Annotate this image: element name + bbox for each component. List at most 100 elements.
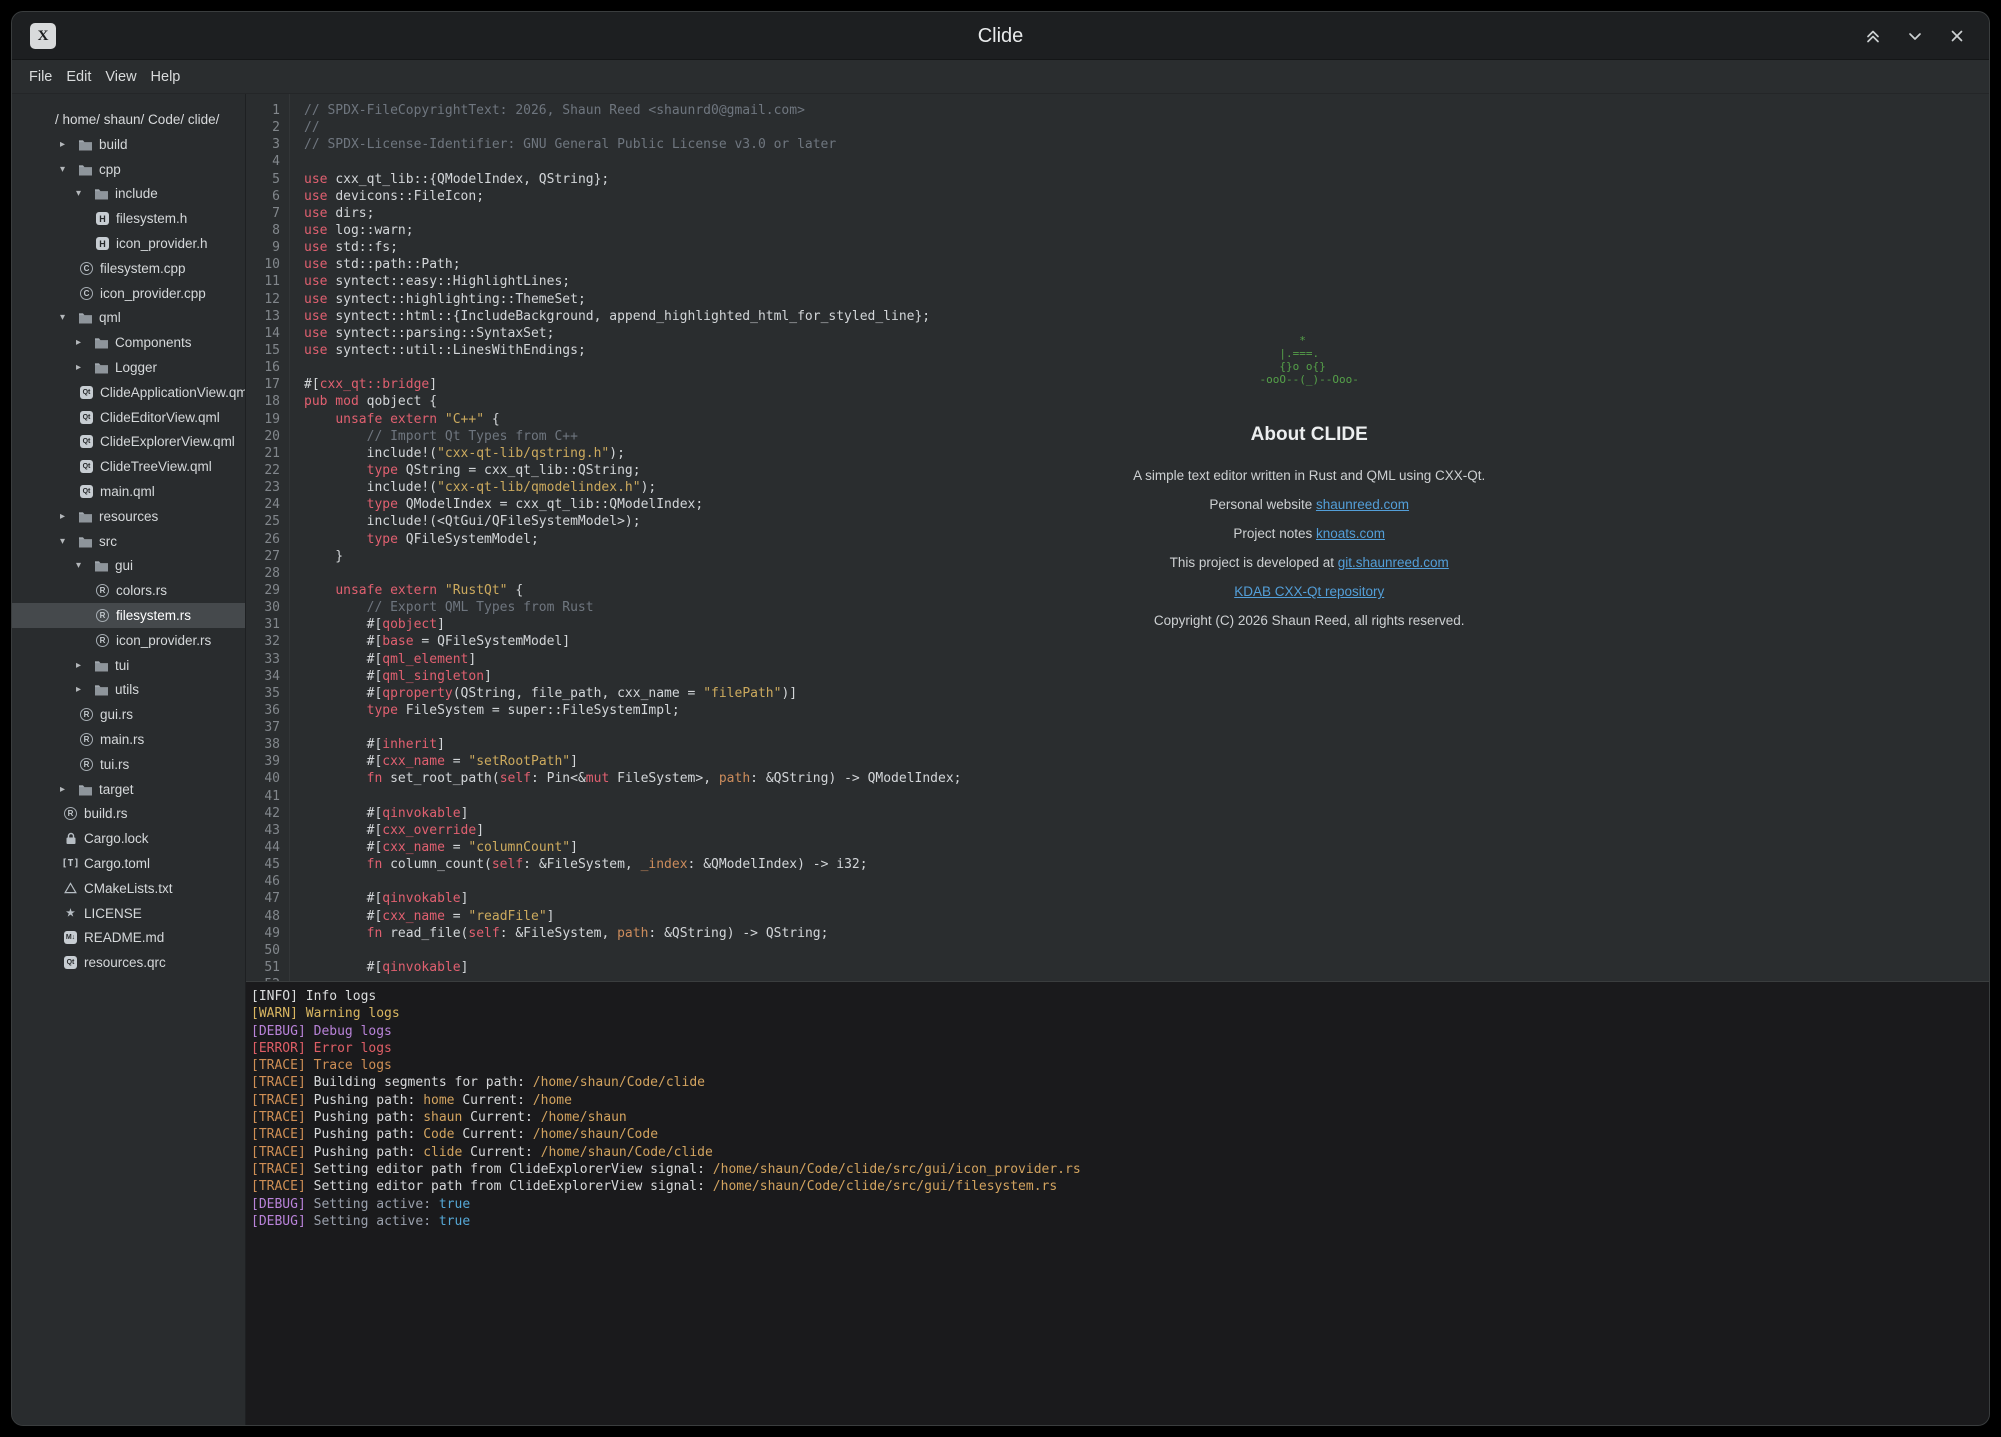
ascii-logo: * |.===. {}o o{} -ooO--(_)--Ooo- xyxy=(1260,334,1359,386)
close-button[interactable] xyxy=(1947,26,1967,46)
tree-item-cpp[interactable]: ▾cpp xyxy=(12,157,245,182)
chevron-right-icon[interactable]: ▸ xyxy=(76,660,93,671)
tree-item-label: tui.rs xyxy=(100,757,129,772)
git-repo-link[interactable]: git.shaunreed.com xyxy=(1338,555,1449,570)
tree-item-license[interactable]: ★LICENSE xyxy=(12,901,245,926)
tree-root[interactable]: / home/ shaun/ Code/ clide/ xyxy=(12,106,245,132)
tree-item-cargo.toml[interactable]: [T]Cargo.toml xyxy=(12,851,245,876)
tree-item-include[interactable]: ▾include xyxy=(12,182,245,207)
editor-pane[interactable]: 1234567891011121314151617181920212223242… xyxy=(246,94,1989,981)
project-notes-link[interactable]: knoats.com xyxy=(1316,526,1385,541)
tree-item-icon-provider.h[interactable]: Hicon_provider.h xyxy=(12,231,245,256)
tree-item-target[interactable]: ▸ target xyxy=(12,777,245,802)
app-window: X Clide FileEditViewHelp xyxy=(11,11,1990,1426)
tree-item-logger[interactable]: ▸Logger xyxy=(12,355,245,380)
tree-item-tui.rs[interactable]: Rtui.rs xyxy=(12,752,245,777)
code-line xyxy=(304,942,1989,959)
tree-item-label: Cargo.lock xyxy=(84,831,149,846)
tree-item-label: tui xyxy=(115,658,129,673)
tree-item-label: main.qml xyxy=(100,484,155,499)
log-console[interactable]: [INFO] Info logs[WARN] Warning logs[DEBU… xyxy=(246,981,1989,1425)
tree-item-clideapplicationview.qml[interactable]: QtClideApplicationView.qml xyxy=(12,380,245,405)
scroll-to-top-button[interactable] xyxy=(1863,26,1883,46)
chevron-right-icon[interactable]: ▸ xyxy=(60,139,77,150)
code-line xyxy=(304,788,1989,805)
tree-item-src[interactable]: ▾ src xyxy=(12,529,245,554)
tree-item-utils[interactable]: ▸utils xyxy=(12,678,245,703)
about-website-prefix: Personal website xyxy=(1209,497,1316,512)
code-line: use dirs; xyxy=(304,205,1989,222)
chevron-right-icon[interactable]: ▸ xyxy=(60,784,77,795)
tree-item-components[interactable]: ▸ Components xyxy=(12,330,245,355)
folder-icon xyxy=(93,683,110,696)
code-line: #[cxx_name = "columnCount"] xyxy=(304,839,1989,856)
scroll-down-button[interactable] xyxy=(1905,26,1925,46)
tree-item-gui[interactable]: ▾ gui xyxy=(12,554,245,579)
tree-item-label: src xyxy=(99,534,117,549)
about-notes-prefix: Project notes xyxy=(1233,526,1316,541)
chevron-down-icon[interactable]: ▾ xyxy=(60,536,77,547)
about-kdab-line: KDAB CXX-Qt repository xyxy=(999,584,1619,599)
code-line xyxy=(304,873,1989,890)
code-line xyxy=(304,153,1989,170)
chevron-down-icon[interactable]: ▾ xyxy=(60,164,77,175)
tree-item-icon-provider.cpp[interactable]: Cicon_provider.cpp xyxy=(12,281,245,306)
titlebar[interactable]: X Clide xyxy=(12,12,1989,60)
tree-item-filesystem.cpp[interactable]: Cfilesystem.cpp xyxy=(12,256,245,281)
tree-item-build.rs[interactable]: Rbuild.rs xyxy=(12,802,245,827)
tree-item-clideeditorview.qml[interactable]: QtClideEditorView.qml xyxy=(12,405,245,430)
tree-item-main.rs[interactable]: Rmain.rs xyxy=(12,727,245,752)
tree-item-label: Components xyxy=(115,335,192,350)
folder-icon xyxy=(77,535,94,548)
code-line: #[qproperty(QString, file_path, cxx_name… xyxy=(304,685,1989,702)
log-line: [TRACE] Trace logs xyxy=(251,1057,1981,1074)
log-lines: [INFO] Info logs[WARN] Warning logs[DEBU… xyxy=(251,988,1981,1230)
folder-icon xyxy=(93,187,110,200)
kdab-cxx-qt-repo-link[interactable]: KDAB CXX-Qt repository xyxy=(1234,584,1384,599)
chevron-right-icon[interactable]: ▸ xyxy=(76,362,93,373)
tree-item-build[interactable]: ▸build xyxy=(12,132,245,157)
chevron-right-icon[interactable]: ▸ xyxy=(76,684,93,695)
code-line xyxy=(304,719,1989,736)
code-line: use std::path::Path; xyxy=(304,256,1989,273)
chevron-right-icon[interactable]: ▸ xyxy=(60,511,77,522)
tree-item-main.qml[interactable]: Qtmain.qml xyxy=(12,479,245,504)
code-line: use syntect::easy::HighlightLines; xyxy=(304,273,1989,290)
tree-item-label: CMakeLists.txt xyxy=(84,881,173,896)
personal-website-link[interactable]: shaunreed.com xyxy=(1316,497,1409,512)
chevron-down-icon[interactable]: ▾ xyxy=(76,188,93,199)
code-line: use syntect::highlighting::ThemeSet; xyxy=(304,291,1989,308)
tree-item-readme.md[interactable]: M↓README.md xyxy=(12,926,245,951)
folder-icon xyxy=(77,783,94,796)
rust-file-icon: R xyxy=(78,758,95,771)
tree-item-icon-provider.rs[interactable]: Ricon_provider.rs xyxy=(12,628,245,653)
menu-view[interactable]: View xyxy=(100,66,141,88)
menu-help[interactable]: Help xyxy=(146,66,186,88)
tree-item-resources[interactable]: ▸resources xyxy=(12,504,245,529)
tree-item-label: gui xyxy=(115,558,133,573)
chevron-right-icon[interactable]: ▸ xyxy=(76,337,93,348)
chevron-down-icon[interactable]: ▾ xyxy=(60,312,77,323)
tree-item-clidetreeview.qml[interactable]: QtClideTreeView.qml xyxy=(12,454,245,479)
tree-item-gui.rs[interactable]: Rgui.rs xyxy=(12,702,245,727)
tree-item-label: resources.qrc xyxy=(84,955,166,970)
tree-item-cmakelists.txt[interactable]: CMakeLists.txt xyxy=(12,876,245,901)
log-line: [TRACE] Pushing path: shaun Current: /ho… xyxy=(251,1109,1981,1126)
line-number-gutter: 1234567891011121314151617181920212223242… xyxy=(246,94,290,981)
tree-item-label: target xyxy=(99,782,134,797)
tree-item-clideexplorerview.qml[interactable]: QtClideExplorerView.qml xyxy=(12,430,245,455)
chevron-down-icon[interactable]: ▾ xyxy=(76,560,93,571)
tree-item-cargo.lock[interactable]: Cargo.lock xyxy=(12,826,245,851)
tree-item-qml[interactable]: ▾qml xyxy=(12,306,245,331)
tree-item-filesystem.h[interactable]: Hfilesystem.h xyxy=(12,206,245,231)
close-icon xyxy=(1947,26,1967,46)
cpp-file-icon: C xyxy=(78,262,95,275)
folder-icon xyxy=(77,163,94,176)
tree-item-label: README.md xyxy=(84,930,164,945)
tree-item-resources.qrc[interactable]: Qtresources.qrc xyxy=(12,950,245,975)
menu-file[interactable]: File xyxy=(24,66,57,88)
tree-item-colors.rs[interactable]: Rcolors.rs xyxy=(12,578,245,603)
tree-item-filesystem.rs[interactable]: Rfilesystem.rs xyxy=(12,603,245,628)
tree-item-tui[interactable]: ▸ tui xyxy=(12,653,245,678)
menu-edit[interactable]: Edit xyxy=(61,66,96,88)
